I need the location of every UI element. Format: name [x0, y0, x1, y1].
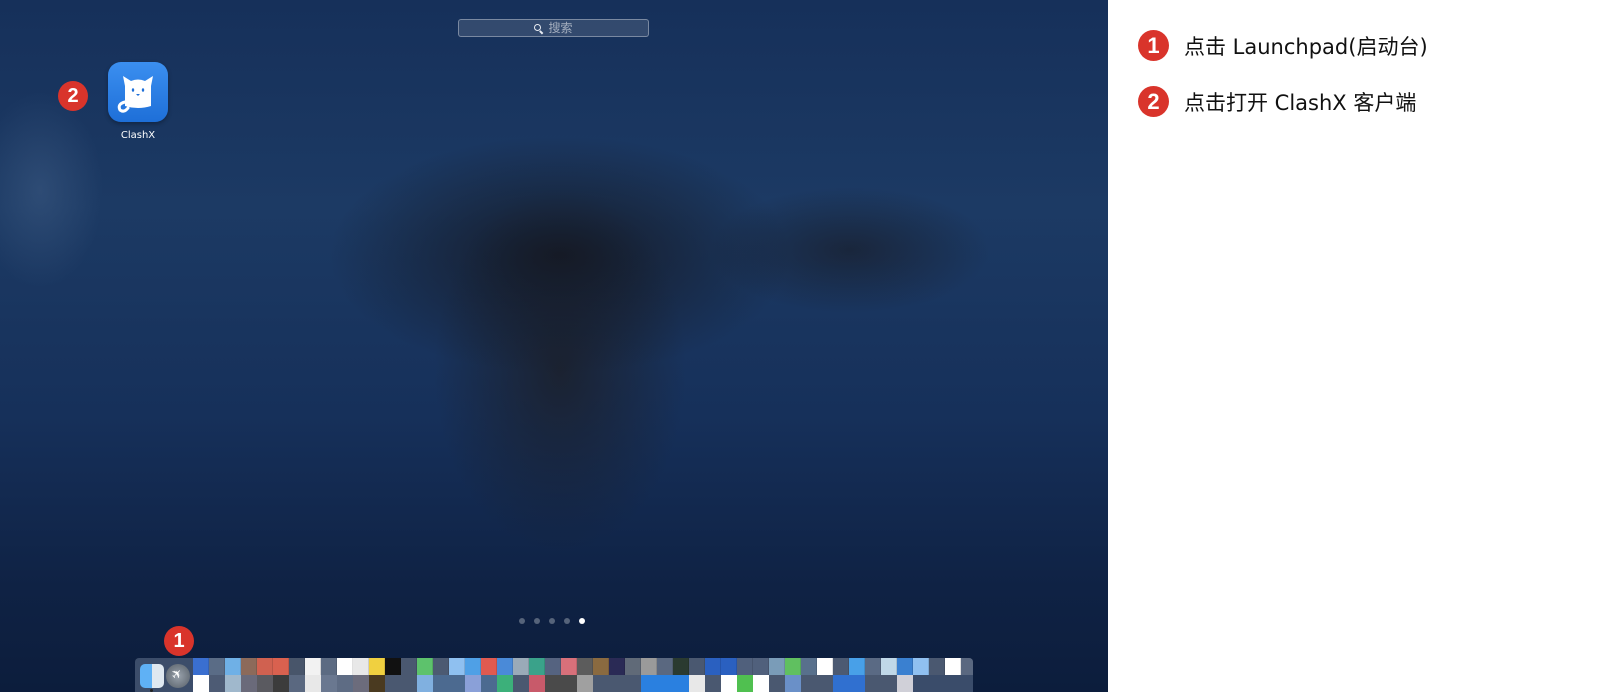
- launchpad-screen: 搜索 2 ClashX 1: [0, 0, 1108, 692]
- instruction-step-2: 2 点击打开 ClashX 客户端: [1138, 86, 1416, 117]
- finder-icon[interactable]: [140, 664, 164, 688]
- instructions-panel: 1 点击 Launchpad(启动台) 2 点击打开 ClashX 客户端: [1108, 0, 1600, 692]
- page-dot[interactable]: [519, 618, 525, 624]
- clashx-app[interactable]: ClashX: [103, 62, 173, 141]
- callout-badge-1: 1: [164, 626, 194, 656]
- page-dot[interactable]: [534, 618, 540, 624]
- step-text: 点击打开 ClashX 客户端: [1184, 90, 1417, 115]
- search-placeholder: 搜索: [548, 21, 573, 35]
- page-dot[interactable]: [549, 618, 555, 624]
- instruction-step-1: 1 点击 Launchpad(启动台): [1138, 30, 1428, 61]
- callout-badge-2: 2: [58, 81, 88, 111]
- app-label: ClashX: [120, 130, 156, 141]
- launchpad-rocket-icon[interactable]: [166, 664, 190, 688]
- search-icon: [534, 23, 543, 33]
- page-indicator: [519, 618, 585, 624]
- step-number-badge: 2: [1138, 86, 1169, 117]
- pixelated-dock-icons: [193, 658, 973, 692]
- clashx-cat-icon[interactable]: [108, 62, 168, 122]
- step-text: 点击 Launchpad(启动台): [1184, 34, 1428, 59]
- dock: [135, 658, 973, 692]
- launchpad-search-field[interactable]: 搜索: [458, 19, 649, 37]
- page-dot-active[interactable]: [579, 618, 585, 624]
- step-number-badge: 1: [1138, 30, 1169, 61]
- clashx-cat-glyph: [117, 76, 153, 113]
- page-dot[interactable]: [564, 618, 570, 624]
